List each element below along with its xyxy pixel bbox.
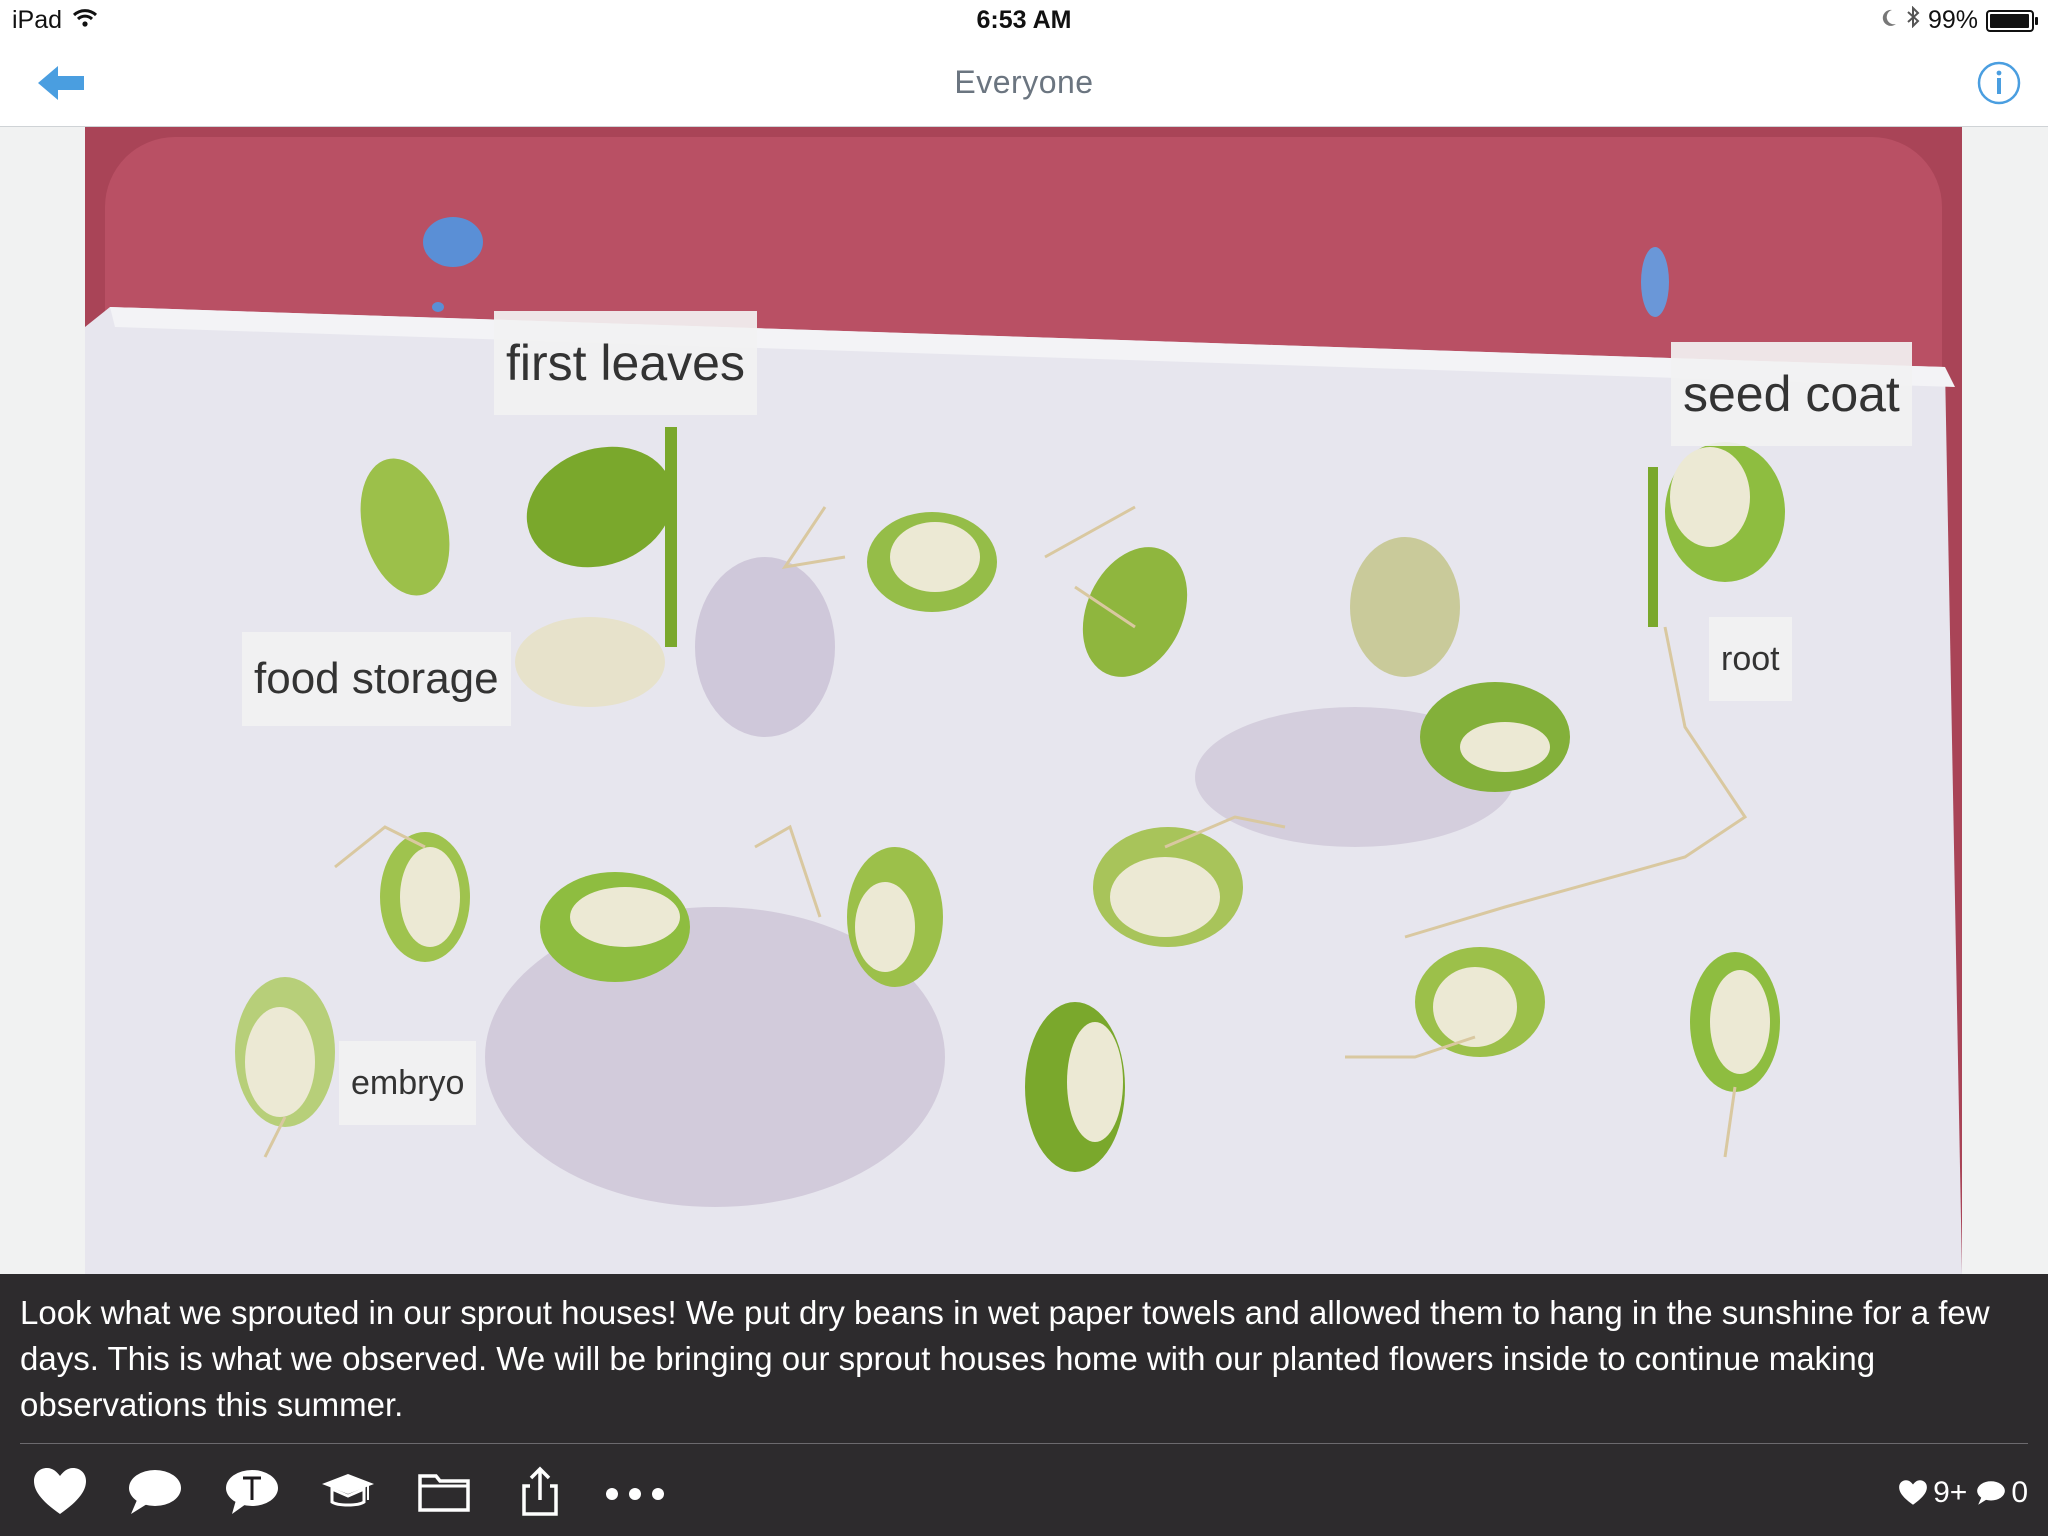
label-food-storage: food storage <box>242 632 511 726</box>
heart-icon <box>34 1468 86 1514</box>
translate-icon <box>226 1470 278 1514</box>
label-seed-coat: seed coat <box>1671 342 1912 446</box>
post-caption: Look what we sprouted in our sprout hous… <box>20 1294 1990 1423</box>
label-first-leaves: first leaves <box>494 311 757 415</box>
post-toolbar <box>0 1444 2048 1536</box>
status-time: 6:53 AM <box>976 6 1072 34</box>
like-button[interactable] <box>30 1466 90 1518</box>
portfolio-button[interactable] <box>318 1466 378 1518</box>
nav-bar: Everyone <box>0 40 2048 127</box>
likes-count-heart-icon <box>1899 1480 1927 1505</box>
share-icon <box>522 1466 558 1516</box>
post-photo[interactable]: first leaves seed coat food storage root… <box>85 127 1962 1274</box>
page-title: Everyone <box>954 64 1094 100</box>
comments-count: 0 <box>2011 1476 2028 1509</box>
comment-icon <box>129 1470 181 1514</box>
battery-percent: 99% <box>1927 6 1978 34</box>
status-right: 99% <box>1880 5 2038 35</box>
share-button[interactable] <box>510 1466 570 1518</box>
moon-icon <box>1880 6 1898 35</box>
post-counts: 9+ 0 <box>1897 1476 2028 1510</box>
info-icon <box>1977 61 2021 105</box>
bluetooth-icon <box>1906 5 1920 35</box>
translate-button[interactable] <box>222 1466 282 1518</box>
more-icon <box>606 1488 664 1500</box>
status-bar: iPad 6:53 AM 99% <box>0 0 2048 40</box>
graduation-cap-icon <box>322 1474 374 1507</box>
likes-count: 9+ <box>1933 1476 1968 1509</box>
folder-icon <box>418 1474 470 1512</box>
comment-button[interactable] <box>125 1466 185 1518</box>
label-embryo: embryo <box>339 1041 477 1125</box>
info-button[interactable] <box>1976 60 2022 106</box>
label-root: root <box>1709 617 1792 701</box>
more-button[interactable] <box>600 1466 670 1518</box>
folder-button[interactable] <box>414 1466 474 1518</box>
battery-icon <box>1986 9 2038 32</box>
comments-count-bubble-icon <box>1977 1481 2006 1505</box>
